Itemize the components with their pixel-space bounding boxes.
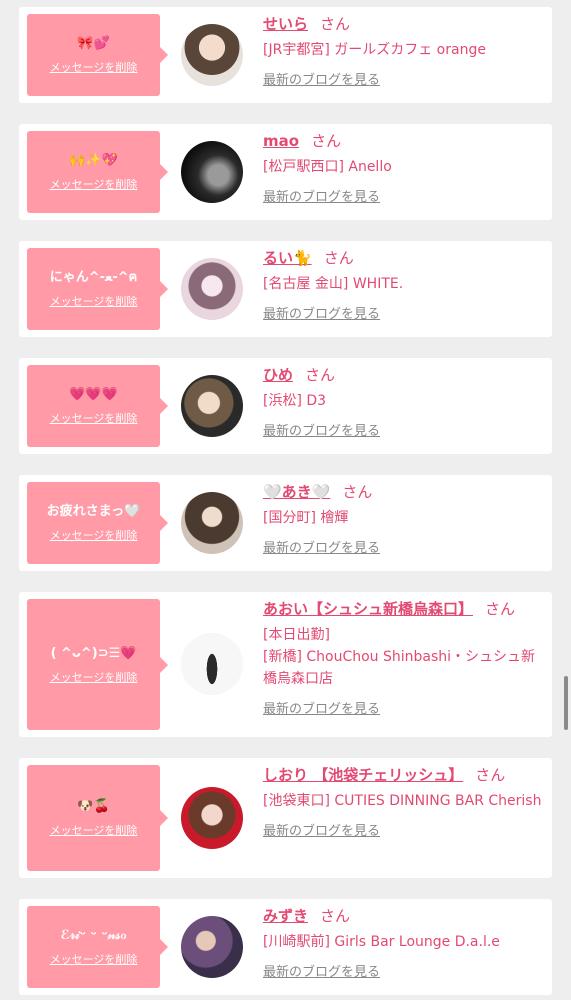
delete-message-link[interactable]: メッセージを削除 <box>50 669 138 685</box>
shop-label-secondary: [新橋] ChouChou Shinbashi・シュシュ新橋烏森口店 <box>263 649 536 687</box>
message-bubble: 💗💗💗 メッセージを削除 <box>27 365 168 447</box>
favorite-card: ( ^ᴗ^)⊃☰💗 メッセージを削除 あおい【シュシュ新橋烏森口】 さん [本日出… <box>19 592 552 737</box>
view-blog-link[interactable]: 最新のブログを見る <box>263 820 380 839</box>
girl-info: mao さん [松戸駅西口] Anello 最新のブログを見る <box>263 130 544 205</box>
avatar[interactable] <box>181 916 243 978</box>
delete-message-link[interactable]: メッセージを削除 <box>50 527 138 543</box>
message-bubble: 🐶🍒 メッセージを削除 <box>27 765 168 871</box>
avatar[interactable] <box>181 787 243 849</box>
view-blog-link[interactable]: 最新のブログを見る <box>263 420 380 439</box>
view-blog-link[interactable]: 最新のブログを見る <box>263 69 380 88</box>
girl-info: みずき さん [川崎駅前] Girls Bar Lounge D.a.l.e 最新… <box>263 905 544 980</box>
avatar[interactable] <box>181 141 243 203</box>
view-blog-link[interactable]: 最新のブログを見る <box>263 537 380 556</box>
shop-label: [川崎駅前] Girls Bar Lounge D.a.l.e <box>263 934 500 950</box>
message-text: にゃん^-ﻌ-^ฅ <box>49 270 138 285</box>
message-bubble: 🙌✨💖 メッセージを削除 <box>27 131 168 213</box>
delete-message-link[interactable]: メッセージを削除 <box>50 822 138 838</box>
girl-info: 🤍あき🤍 さん [国分町] 檜輝 最新のブログを見る <box>263 481 544 556</box>
girl-name-link[interactable]: mao <box>263 132 299 150</box>
honorific: さん <box>323 249 354 267</box>
avatar[interactable] <box>181 492 243 554</box>
shop-label: [本日出勤] <box>263 627 330 643</box>
avatar[interactable] <box>181 258 243 320</box>
girl-name-link[interactable]: ひめ <box>263 366 293 384</box>
shop-label: [松戸駅西口] Anello <box>263 159 392 175</box>
favorite-card: 💗💗💗 メッセージを削除 ひめ さん [浜松] D3 最新のブログを見る <box>19 358 552 454</box>
favorite-card: 🙌✨💖 メッセージを削除 mao さん [松戸駅西口] Anello 最新のブログ… <box>19 124 552 220</box>
shop-label: [浜松] D3 <box>263 393 327 409</box>
delete-message-link[interactable]: メッセージを削除 <box>50 59 138 75</box>
honorific: さん <box>320 907 351 925</box>
avatar[interactable] <box>181 24 243 86</box>
shop-label: [池袋東口] CUTIES DINNING BAR Cherish <box>263 793 542 809</box>
shop-label: [名古屋 金山] WHITE. <box>263 276 404 292</box>
girl-name-link[interactable]: せいら <box>263 15 308 33</box>
girl-info: あおい【シュシュ新橋烏森口】 さん [本日出勤] [新橋] ChouChou Sh… <box>263 598 544 717</box>
girl-name-link[interactable]: るい🐈 <box>263 249 312 267</box>
girl-info: せいら さん [JR宇都宮] ガールズカフェ orange 最新のブログを見る <box>263 13 544 88</box>
avatar[interactable] <box>181 375 243 437</box>
delete-message-link[interactable]: メッセージを削除 <box>50 410 138 426</box>
honorific: さん <box>320 15 351 33</box>
shop-label: [JR宇都宮] ガールズカフェ orange <box>263 42 486 58</box>
message-bubble: にゃん^-ﻌ-^ฅ メッセージを削除 <box>27 248 168 330</box>
girl-name-link[interactable]: あおい【シュシュ新橋烏森口】 <box>263 600 473 618</box>
view-blog-link[interactable]: 最新のブログを見る <box>263 698 380 717</box>
shop-label: [国分町] 檜輝 <box>263 510 349 526</box>
message-text: お疲れさまっ🤍 <box>46 504 141 519</box>
favorite-card: お疲れさまっ🤍 メッセージを削除 🤍あき🤍 さん [国分町] 檜輝 最新のブログを… <box>19 475 552 571</box>
girl-name-link[interactable]: 🤍あき🤍 <box>263 483 330 501</box>
message-text: ( ^ᴗ^)⊃☰💗 <box>50 645 137 661</box>
message-bubble: ℰ𝓇𝒾ᵕ ᵕ ᵕ𝓃𝓈ℴ メッセージを削除 <box>27 906 168 988</box>
view-blog-link[interactable]: 最新のブログを見る <box>263 961 380 980</box>
view-blog-link[interactable]: 最新のブログを見る <box>263 303 380 322</box>
view-blog-link[interactable]: 最新のブログを見る <box>263 186 380 205</box>
honorific: さん <box>485 600 516 618</box>
honorific: さん <box>305 366 336 384</box>
favorite-card: にゃん^-ﻌ-^ฅ メッセージを削除 るい🐈 さん [名古屋 金山] WHITE.… <box>19 241 552 337</box>
message-text: ℰ𝓇𝒾ᵕ ᵕ ᵕ𝓃𝓈ℴ <box>60 928 127 943</box>
favorite-card: 🎀💕 メッセージを削除 せいら さん [JR宇都宮] ガールズカフェ orange… <box>19 7 552 103</box>
honorific: さん <box>475 766 506 784</box>
delete-message-link[interactable]: メッセージを削除 <box>50 293 138 309</box>
message-bubble: お疲れさまっ🤍 メッセージを削除 <box>27 482 168 564</box>
message-bubble: ( ^ᴗ^)⊃☰💗 メッセージを削除 <box>27 599 168 730</box>
girl-info: るい🐈 さん [名古屋 金山] WHITE. 最新のブログを見る <box>263 247 544 322</box>
message-text: 🐶🍒 <box>77 799 110 814</box>
girl-info: ひめ さん [浜松] D3 最新のブログを見る <box>263 364 544 439</box>
message-bubble: 🎀💕 メッセージを削除 <box>27 14 168 96</box>
honorific: さん <box>311 132 342 150</box>
message-text: 💗💗💗 <box>69 387 118 402</box>
girl-info: しおり 【池袋チェリッシュ】 さん [池袋東口] CUTIES DINNING B… <box>263 764 544 839</box>
scrollbar-thumb[interactable] <box>564 676 568 730</box>
favorite-card: ℰ𝓇𝒾ᵕ ᵕ ᵕ𝓃𝓈ℴ メッセージを削除 みずき さん [川崎駅前] Girls … <box>19 899 552 995</box>
girl-name-link[interactable]: しおり 【池袋チェリッシュ】 <box>263 766 463 784</box>
favorite-card: 🐶🍒 メッセージを削除 しおり 【池袋チェリッシュ】 さん [池袋東口] CUTI… <box>19 758 552 878</box>
delete-message-link[interactable]: メッセージを削除 <box>50 951 138 967</box>
delete-message-link[interactable]: メッセージを削除 <box>50 176 138 192</box>
honorific: さん <box>342 483 373 501</box>
girl-name-link[interactable]: みずき <box>263 907 308 925</box>
message-text: 🙌✨💖 <box>69 153 118 168</box>
message-text: 🎀💕 <box>77 36 110 51</box>
avatar[interactable] <box>181 633 243 695</box>
